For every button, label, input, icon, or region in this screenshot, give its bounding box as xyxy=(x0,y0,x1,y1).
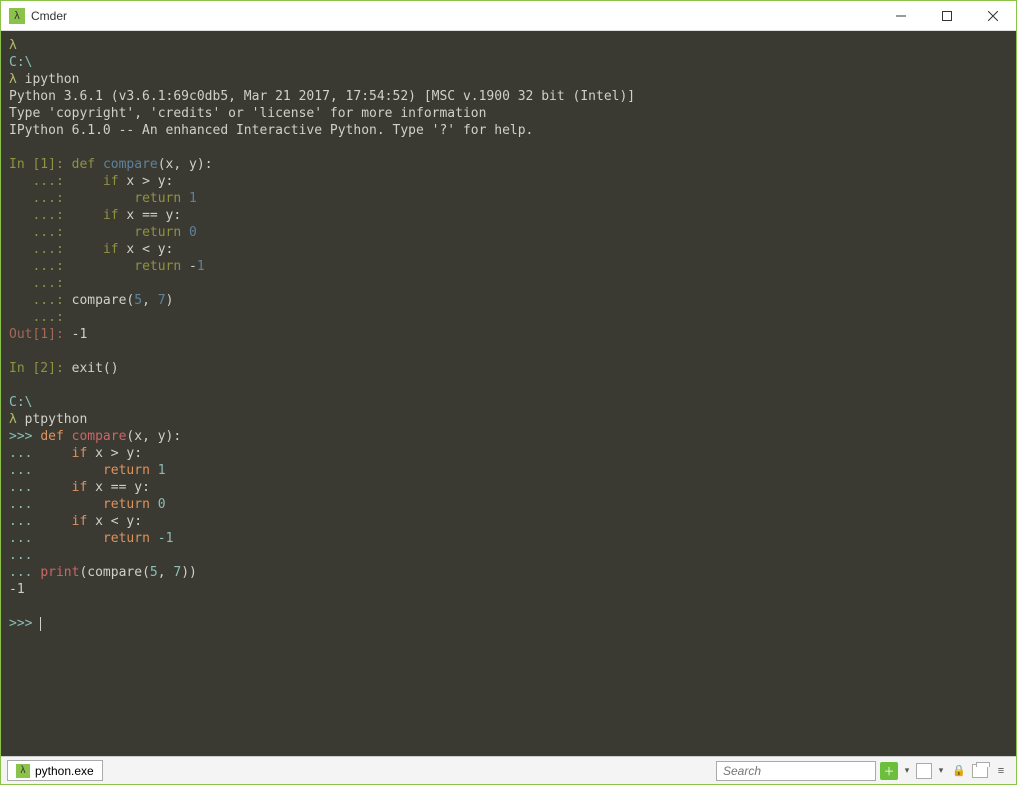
search-input[interactable] xyxy=(716,761,876,781)
titlebar[interactable]: λ Cmder xyxy=(1,1,1016,31)
lambda-icon: λ xyxy=(16,764,30,778)
new-tab-button[interactable]: ＋ xyxy=(880,762,898,780)
ipython-in-2: In [2]: xyxy=(9,361,72,376)
window-controls xyxy=(878,1,1016,31)
prompt-lambda: λ xyxy=(9,38,17,53)
window-title: Cmder xyxy=(31,9,878,23)
window-mode-dropdown[interactable]: ▾ xyxy=(936,762,946,780)
terminal-output[interactable]: λ C:\ λ ipython Python 3.6.1 (v3.6.1:69c… xyxy=(1,31,1016,756)
app-window: λ Cmder λ C:\ λ ipython Python 3.6.1 (v3… xyxy=(0,0,1017,785)
lock-icon[interactable]: 🔒 xyxy=(950,762,968,780)
ptpython-prompt: >>> xyxy=(9,616,40,631)
cursor-icon xyxy=(40,617,41,631)
ipython-in-1: In [1]: xyxy=(9,157,72,172)
app-icon: λ xyxy=(9,8,25,24)
window-mode-button[interactable] xyxy=(916,763,932,779)
new-tab-dropdown[interactable]: ▾ xyxy=(902,762,912,780)
console-tab[interactable]: λ python.exe xyxy=(7,760,103,781)
ipython-out-1: Out[1]: xyxy=(9,327,72,342)
statusbar: λ python.exe ＋ ▾ ▾ 🔒 ≡ xyxy=(1,756,1016,784)
maximize-button[interactable] xyxy=(924,1,970,31)
tabs-overview-icon[interactable] xyxy=(972,764,988,778)
close-button[interactable] xyxy=(970,1,1016,31)
hamburger-menu-icon[interactable]: ≡ xyxy=(992,762,1010,780)
minimize-button[interactable] xyxy=(878,1,924,31)
cwd-path: C:\ xyxy=(9,55,32,70)
tab-label: python.exe xyxy=(35,764,94,778)
